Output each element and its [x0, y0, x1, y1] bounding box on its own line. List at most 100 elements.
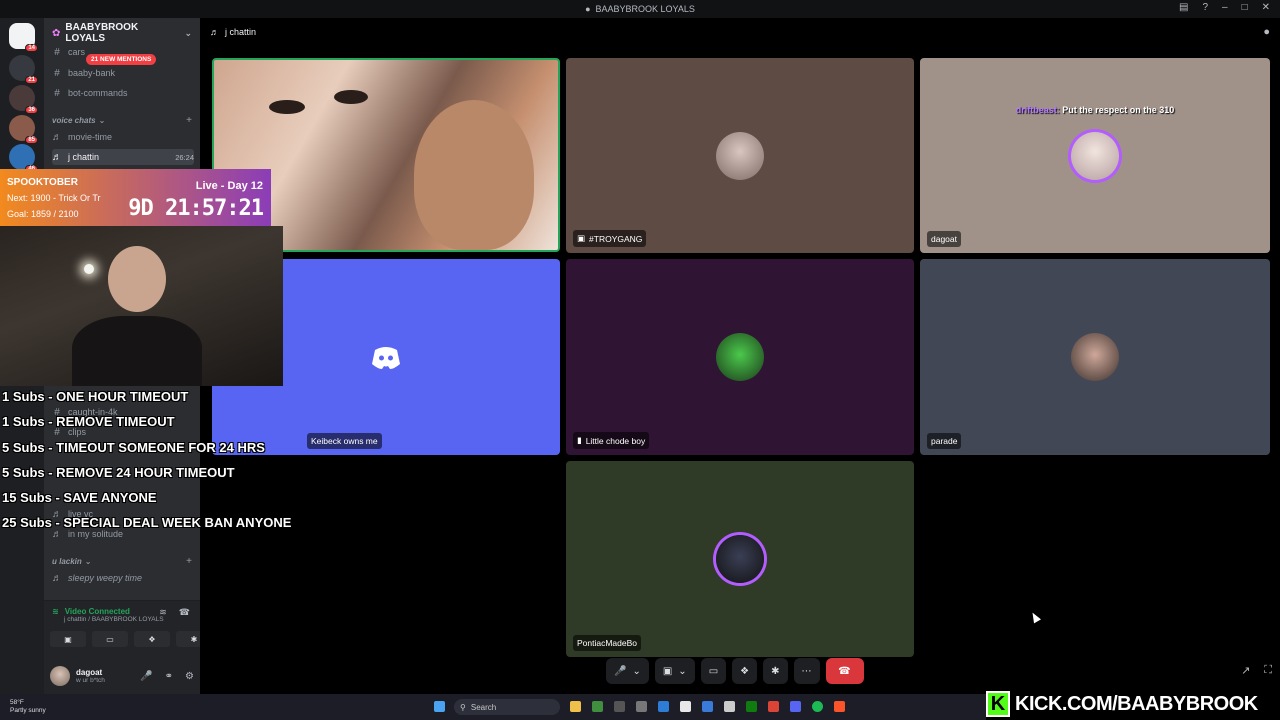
activities-button[interactable]: ❖	[134, 631, 170, 647]
add-channel-icon[interactable]: +	[186, 115, 192, 126]
overlay-next: Next: 1900 - Trick Or Tr	[7, 193, 101, 203]
overlay-title: SPOOKTOBER	[7, 177, 78, 188]
app-icon[interactable]	[614, 701, 625, 712]
username: dagoat	[76, 668, 103, 677]
app-icon[interactable]	[702, 701, 713, 712]
more-button[interactable]: ⋯	[793, 658, 820, 684]
channel-baaby-bank[interactable]: # baaby-bank	[52, 65, 194, 81]
sub-tier: 5 Subs - REMOVE 24 HOUR TIMEOUT	[2, 464, 235, 480]
server-icon-2[interactable]: 36	[9, 85, 38, 114]
chevron-down-icon: ⌄	[184, 27, 192, 38]
video-tile-2[interactable]: ▣ #TROYGANG	[566, 58, 914, 253]
participant-name: Little chode boy	[585, 435, 646, 446]
app-icon[interactable]	[636, 701, 647, 712]
server-icon-3[interactable]: 85	[9, 115, 38, 144]
server-boost-icon: ✿	[52, 27, 61, 39]
app-icon[interactable]	[592, 701, 603, 712]
video-tile-5[interactable]: ▮ Little chode boy	[566, 259, 914, 455]
disconnect-icon[interactable]: ☎	[179, 607, 190, 618]
category-label: u lackin	[52, 556, 82, 566]
webcam-detail	[84, 264, 94, 274]
add-channel-icon[interactable]: +	[186, 556, 192, 567]
camera-button[interactable]: ▣ ⌄	[654, 658, 695, 684]
gear-icon[interactable]: ⚙	[185, 671, 194, 682]
brave-icon[interactable]	[834, 701, 845, 712]
voice-channel-j-chattin[interactable]: ♬ j chattin 26:24	[52, 149, 194, 165]
weather-widget[interactable]: 58°F Partly sunny	[10, 699, 46, 715]
speaker-icon: ♬	[52, 131, 62, 143]
share-screen-button[interactable]: ▭	[700, 658, 727, 684]
camera-off-icon: ▣	[662, 665, 673, 677]
category-u-lackin[interactable]: u lackin ⌄ +	[52, 555, 192, 567]
weather-temp: 58°F	[10, 699, 24, 706]
title-bar: ● BAABYBROOK LOYALS ▤ ? – □ ✕	[0, 0, 1280, 18]
user-panel: dagoat w ur b*tch 🎤 ⚭ ⚙	[44, 658, 200, 694]
channel-cars[interactable]: # cars	[52, 44, 194, 60]
server-icon-1[interactable]: 21	[9, 55, 38, 84]
activities-icon: ❖	[740, 665, 750, 677]
start-icon[interactable]	[434, 701, 445, 712]
video-tile-7[interactable]: PontiacMadeBo	[566, 461, 914, 657]
streamer-webcam	[0, 226, 283, 386]
sub-tier: 5 Subs - TIMEOUT SOMEONE FOR 24 HRS	[2, 439, 265, 455]
channel-label: movie-time	[68, 132, 113, 142]
speaker-icon: ♬	[52, 151, 62, 163]
server-icon-4[interactable]: 46	[9, 144, 38, 173]
chrome-icon[interactable]	[768, 701, 779, 712]
call-timer: 26:24	[175, 152, 194, 162]
microphone-icon[interactable]: 🎤	[140, 671, 152, 682]
home-button[interactable]: 14	[9, 23, 38, 52]
file-explorer-icon[interactable]	[570, 701, 581, 712]
avatar	[716, 535, 764, 583]
chevron-down-icon: ⌄	[98, 115, 106, 125]
fullscreen-icon[interactable]: ⛶	[1264, 664, 1272, 677]
call-view: ♬ j chattin ● ▣ #TROYGANG driftbeast: Put…	[200, 18, 1280, 694]
chat-message: driftbeast: Put the respect on the 310	[920, 105, 1270, 115]
close-button[interactable]: ✕	[1262, 2, 1270, 13]
app-icon[interactable]	[658, 701, 669, 712]
maximize-button[interactable]: □	[1242, 2, 1248, 13]
help-icon[interactable]: ?	[1202, 2, 1208, 13]
video-tile-3[interactable]: driftbeast: Put the respect on the 310 d…	[920, 58, 1270, 253]
share-screen-button[interactable]: ▭	[92, 631, 128, 647]
leave-call-button[interactable]: ☎	[825, 658, 864, 684]
server-name: BAABYBROOK LOYALS	[65, 22, 139, 44]
mobile-icon: ▮	[577, 435, 582, 445]
voice-channel-movie-time[interactable]: ♬ movie-time	[52, 129, 194, 145]
channel-bot-commands[interactable]: # bot-commands	[52, 85, 194, 101]
avatar[interactable]	[50, 666, 70, 686]
avatar	[716, 333, 764, 381]
search-input[interactable]: ⚲ Search	[454, 699, 560, 715]
minimize-button[interactable]: –	[1222, 2, 1228, 13]
category-voice-chats[interactable]: voice chats ⌄ +	[52, 114, 192, 126]
camera-off-button[interactable]: ▣	[50, 631, 86, 647]
hash-icon: #	[54, 87, 60, 99]
video-tile-6[interactable]: parade	[920, 259, 1270, 455]
hash-icon: #	[54, 46, 60, 58]
voice-location[interactable]: j chattin / BAABYBROOK LOYALS	[64, 616, 164, 623]
soundboard-button[interactable]: ✱	[763, 658, 788, 684]
app-icon[interactable]	[724, 701, 735, 712]
participant-name: PontiacMadeBo	[577, 638, 638, 648]
xbox-icon[interactable]	[746, 701, 757, 712]
pop-out-icon[interactable]: ↗	[1241, 664, 1250, 677]
discord-taskbar-icon[interactable]	[790, 701, 801, 712]
app-icon[interactable]	[680, 701, 691, 712]
overlay-clock: 9D 21:57:21	[128, 196, 264, 221]
webcam-detail	[72, 316, 202, 386]
channel-label: j chattin	[68, 152, 100, 162]
kick-banner: K KICK.COM/BAABYBROOK	[986, 690, 1276, 718]
participant-name: #TROYGANG	[589, 233, 643, 244]
mute-button[interactable]: 🎤 ⌄	[606, 658, 649, 684]
inbox-icon[interactable]: ▤	[1179, 2, 1188, 13]
spotify-icon[interactable]	[812, 701, 823, 712]
kick-logo-icon: K	[986, 691, 1010, 717]
chat-icon[interactable]: ●	[1263, 26, 1270, 38]
headphones-icon[interactable]: ⚭	[165, 671, 173, 682]
voice-channel-sleepy-weepy-time[interactable]: ♬ sleepy weepy time	[52, 570, 194, 586]
noise-suppression-icon[interactable]: ≋	[159, 607, 167, 618]
participant-name: dagoat	[931, 234, 957, 244]
video-detail	[269, 100, 305, 114]
activities-button[interactable]: ❖	[732, 658, 758, 684]
screen-share-icon: ▭	[708, 665, 719, 677]
